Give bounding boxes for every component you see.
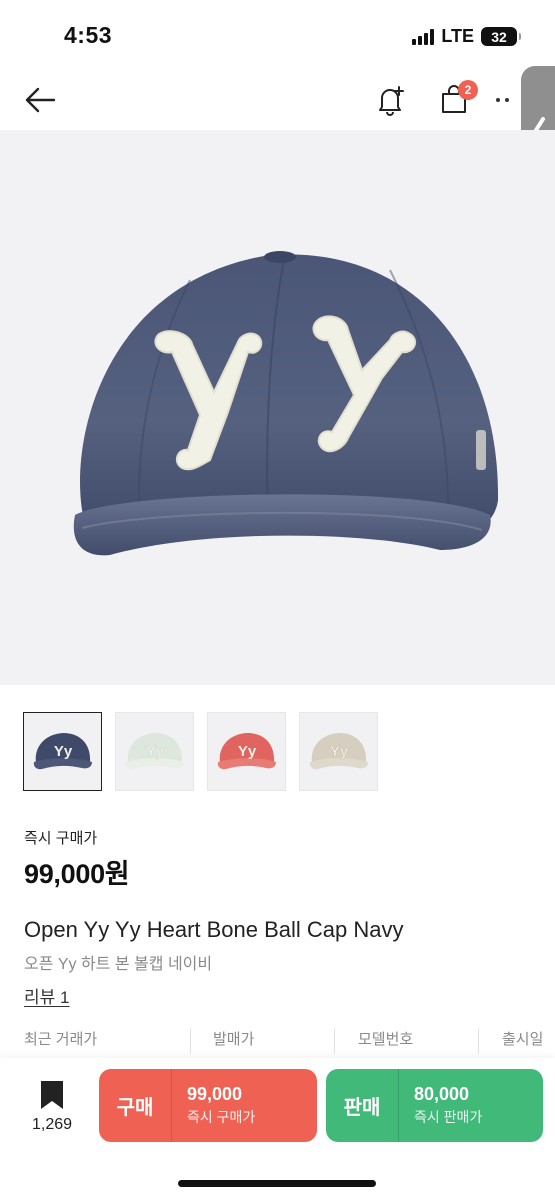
bookmark-count: 1,269	[31, 1116, 73, 1133]
sell-price-caption: 즉시 판매가	[414, 1109, 483, 1125]
cap-thumbnail-image: Yy	[33, 732, 92, 769]
divider	[334, 1028, 335, 1054]
price-label: 즉시 구매가	[24, 830, 98, 847]
info-model-number-label: 모델번호	[358, 1031, 414, 1048]
buy-price-info: 99,000 즉시 구매가	[172, 1084, 255, 1127]
buy-label: 구매	[116, 1097, 154, 1119]
product-title: Open Yy Yy Heart Bone Ball Cap Navy	[24, 917, 404, 942]
sell-price: 80,000	[414, 1084, 470, 1104]
cap-thumbnail-image: Yy	[217, 732, 276, 769]
bookmark-button[interactable]: 1,269	[22, 1080, 82, 1140]
battery-icon: 32	[481, 27, 521, 46]
navy-cap-image	[73, 251, 499, 556]
buy-button[interactable]: 구매 99,000 즉시 구매가	[99, 1069, 317, 1142]
status-indicators: LTE 32	[412, 26, 521, 47]
divider	[478, 1028, 479, 1054]
info-release-price-label: 발매가	[213, 1031, 255, 1048]
sell-price-info: 80,000 즉시 판매가	[399, 1084, 482, 1127]
app-header: 2	[0, 70, 555, 130]
status-bar: 4:53 LTE 32	[0, 0, 555, 70]
info-recent-price-label: 최근 거래가	[24, 1031, 98, 1048]
thumbnail-letters: Yy	[145, 743, 164, 760]
bell-plus-icon	[379, 86, 404, 116]
instant-buy-price: 99,000원	[24, 859, 130, 889]
color-thumbnails: Yy Yy Yy Yy	[23, 712, 378, 791]
buy-price-caption: 즉시 구매가	[187, 1109, 256, 1125]
network-type: LTE	[441, 26, 474, 46]
buy-price: 99,000	[187, 1084, 243, 1104]
sell-button[interactable]: 판매 80,000 즉시 판매가	[326, 1069, 543, 1142]
product-title-korean: 오픈 Yy 하트 본 볼캡 네이비	[24, 956, 213, 973]
cellular-signal-icon	[412, 28, 435, 45]
product-info-row: 최근 거래가 발매가 모델번호 출시일	[0, 1028, 555, 1058]
review-link[interactable]: 리뷰 1	[24, 983, 69, 1008]
info-release-date-label: 출시일	[502, 1031, 544, 1048]
thumbnail-letters: Yy	[329, 743, 348, 760]
bookmark-icon	[41, 1081, 63, 1109]
cap-thumbnail-image: Yy	[125, 732, 184, 769]
thumbnail-beige[interactable]: Yy	[299, 712, 378, 791]
cap-thumbnail-image: Yy	[309, 732, 368, 769]
thumbnail-navy[interactable]: Yy	[23, 712, 102, 791]
bottom-action-bar: 1,269 구매 99,000 즉시 구매가 판매 80,000 즉시 판매가	[0, 1058, 555, 1200]
thumbnail-coral[interactable]: Yy	[207, 712, 286, 791]
battery-level: 32	[491, 28, 507, 45]
cart-count-badge: 2	[458, 80, 478, 100]
cart-button[interactable]: 2	[434, 80, 478, 120]
sell-label: 판매	[343, 1097, 381, 1119]
thumbnail-letters: Yy	[53, 743, 72, 760]
status-time: 4:53	[64, 22, 113, 48]
back-button[interactable]	[20, 80, 60, 120]
thumbnail-letters: Yy	[237, 743, 256, 760]
divider	[190, 1028, 191, 1054]
thumbnail-mint[interactable]: Yy	[115, 712, 194, 791]
arrow-left-icon	[25, 87, 56, 113]
notification-button[interactable]	[370, 80, 410, 120]
home-indicator	[178, 1180, 376, 1187]
product-hero-image[interactable]	[0, 130, 555, 685]
